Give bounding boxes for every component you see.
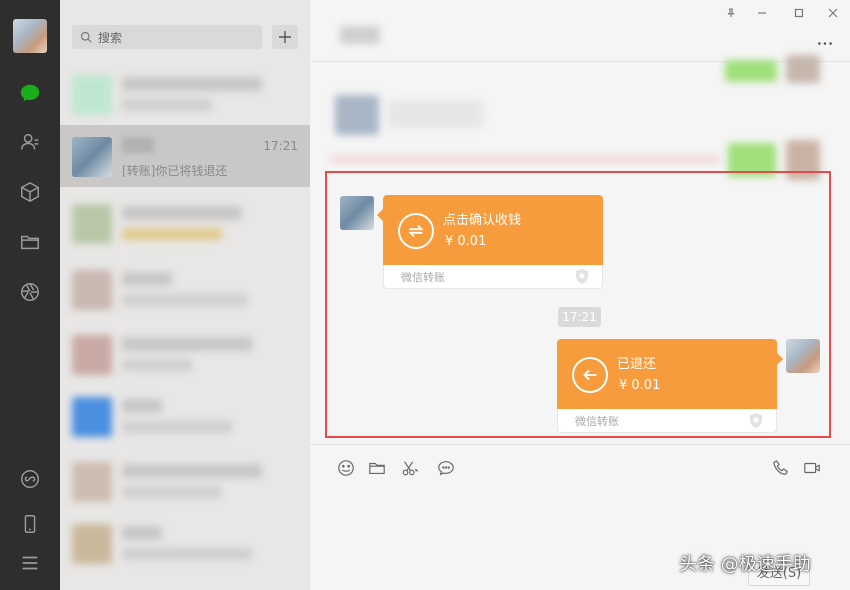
voice-call-icon[interactable] xyxy=(771,458,791,478)
search-input[interactable]: 搜索 xyxy=(72,25,262,49)
pin-icon[interactable] xyxy=(723,5,739,21)
contact-avatar[interactable] xyxy=(340,196,374,230)
maximize-icon[interactable] xyxy=(791,5,807,21)
my-avatar[interactable] xyxy=(786,339,820,373)
moments-icon[interactable] xyxy=(18,280,42,304)
list-item-active[interactable]: 17:21 [转账]你已将钱退还 xyxy=(60,125,310,187)
conversation-time: 17:21 xyxy=(263,139,298,153)
transfer-footer: 微信转账 xyxy=(575,415,619,428)
contact-avatar xyxy=(72,137,112,177)
miniprogram-icon[interactable] xyxy=(18,467,42,491)
plus-icon xyxy=(279,31,291,43)
folder-icon[interactable] xyxy=(367,458,387,478)
chat-bubble-icon[interactable] xyxy=(436,458,456,478)
transfer-title: 点击确认收钱 xyxy=(443,213,522,228)
history-bubble xyxy=(725,60,777,82)
list-item[interactable] xyxy=(60,512,310,574)
conversation-preview: [转账]你已将钱退还 xyxy=(122,164,228,178)
conversation-list: 搜索 17:21 [转账]你已将钱退还 xyxy=(60,0,310,590)
list-item[interactable] xyxy=(60,192,310,254)
transfer-amount: ¥ 0.01 xyxy=(619,378,661,393)
list-item[interactable] xyxy=(60,258,310,320)
phone-icon[interactable] xyxy=(18,512,42,536)
more-options-icon[interactable] xyxy=(815,34,835,52)
minimize-icon[interactable] xyxy=(754,5,770,21)
close-icon[interactable] xyxy=(825,5,841,21)
watermark: 头条 @极速手助 xyxy=(679,554,811,575)
message-timestamp: 17:21 xyxy=(558,307,601,327)
chat-header xyxy=(310,0,850,62)
history-avatar xyxy=(786,55,820,83)
search-icon xyxy=(80,31,92,43)
emoji-icon[interactable] xyxy=(336,458,356,478)
contact-name xyxy=(122,137,154,153)
transfer-icon xyxy=(398,213,434,249)
menu-icon[interactable] xyxy=(18,551,42,575)
return-arrow-icon xyxy=(572,357,608,393)
favorites-icon[interactable] xyxy=(18,180,42,204)
list-item[interactable] xyxy=(60,385,310,447)
search-placeholder: 搜索 xyxy=(98,30,123,45)
transfer-footer: 微信转账 xyxy=(401,271,445,284)
shield-icon xyxy=(750,413,762,428)
scissors-icon[interactable] xyxy=(400,458,420,478)
input-divider xyxy=(310,444,850,445)
add-button[interactable] xyxy=(272,25,298,49)
history-bubble xyxy=(388,100,483,128)
chat-title xyxy=(340,26,380,44)
transfer-card-received[interactable]: 点击确认收钱 ¥ 0.01 微信转账 xyxy=(377,195,603,289)
history-avatar xyxy=(335,95,379,135)
user-avatar[interactable] xyxy=(13,19,47,53)
nav-rail xyxy=(0,0,60,590)
contacts-icon[interactable] xyxy=(18,130,42,154)
transfer-title: 已退还 xyxy=(617,357,657,372)
video-call-icon[interactable] xyxy=(802,458,822,478)
list-item[interactable] xyxy=(60,450,310,512)
list-item[interactable] xyxy=(60,63,310,125)
transfer-amount: ¥ 0.01 xyxy=(445,234,487,249)
transfer-card-returned[interactable]: 已退还 ¥ 0.01 微信转账 xyxy=(557,339,783,433)
shield-icon xyxy=(576,269,588,284)
chat-icon[interactable] xyxy=(18,81,42,105)
files-icon[interactable] xyxy=(18,230,42,254)
list-item[interactable] xyxy=(60,323,310,385)
history-line xyxy=(330,157,720,161)
